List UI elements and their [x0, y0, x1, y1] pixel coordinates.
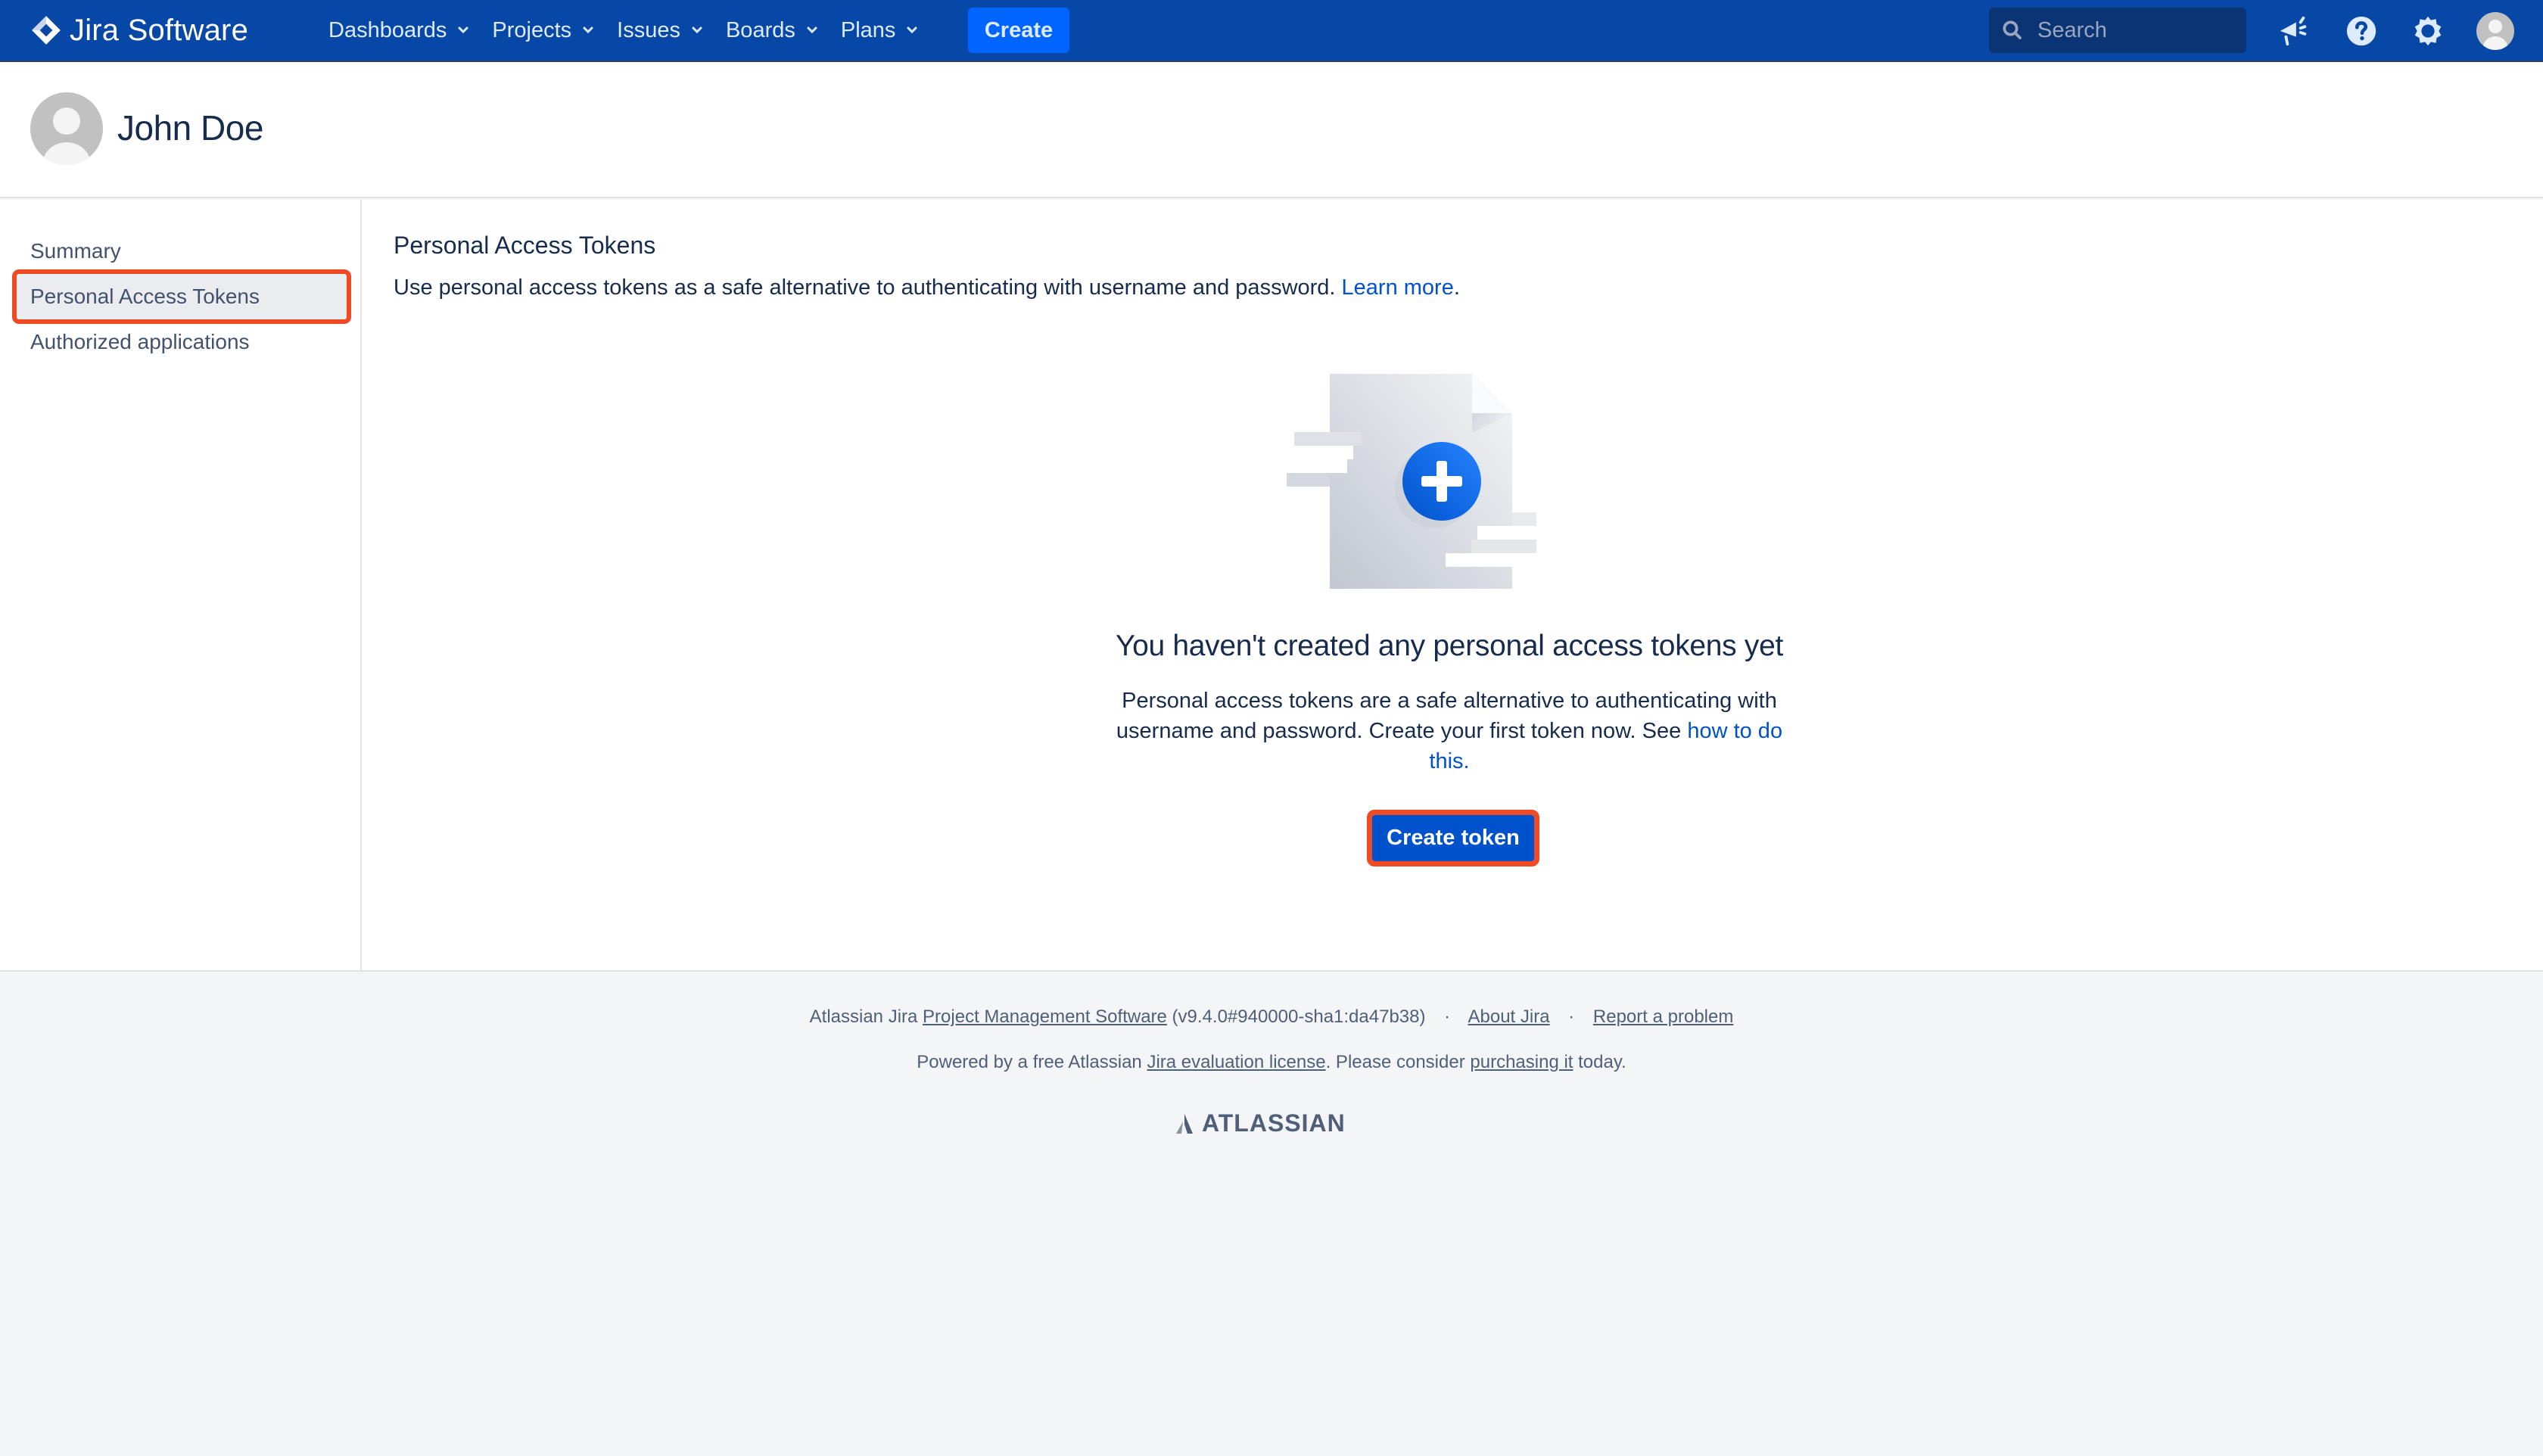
settings-button[interactable] [2410, 13, 2446, 49]
search-input[interactable] [2037, 17, 2234, 43]
search-icon [2003, 20, 2022, 39]
atlassian-wordmark: ATLASSIAN [1202, 1109, 1346, 1137]
license-prefix: Powered by a free Atlassian [917, 1052, 1142, 1072]
atlassian-mark-icon [1176, 1113, 1193, 1134]
search-box[interactable] [1989, 8, 2246, 53]
empty-state-body: Personal access tokens are a safe altern… [1071, 686, 1828, 776]
sidebar-item-authorized-applications[interactable]: Authorized applications [17, 319, 347, 365]
footer-prefix: Atlassian Jira [809, 1006, 918, 1027]
how-to-link-suffix: . [1463, 749, 1470, 773]
nav-issues[interactable]: Issues [617, 18, 703, 43]
sidebar-item-personal-access-tokens[interactable]: Personal Access Tokens [12, 269, 351, 324]
empty-state-text: Personal access tokens are a safe altern… [1116, 689, 1777, 743]
version-text: (v9.4.0#940000-sha1:da47b38) [1172, 1006, 1426, 1027]
profile-header: John Doe [0, 62, 2543, 198]
notifications-button[interactable] [2275, 13, 2311, 49]
profile-name: John Doe [117, 108, 263, 148]
chevron-down-icon [583, 26, 593, 34]
chevron-down-icon [458, 26, 468, 34]
main-nav: Dashboards Projects Issues Boards Plans [328, 0, 941, 61]
footer-line-version: Atlassian Jira Project Management Softwa… [0, 1006, 2543, 1028]
product-name: Jira Software [70, 13, 249, 47]
page-title: Personal Access Tokens [394, 232, 656, 259]
project-management-link[interactable]: Project Management Software [923, 1006, 1167, 1027]
nav-dashboards[interactable]: Dashboards [328, 18, 469, 43]
description-period: . [1453, 275, 1460, 300]
license-mid: . Please consider [1325, 1052, 1465, 1072]
evaluation-license-link[interactable]: Jira evaluation license [1147, 1052, 1325, 1072]
profile-avatar [30, 92, 103, 165]
license-suffix: today. [1578, 1052, 1626, 1072]
nav-label: Plans [840, 17, 896, 42]
nav-boards[interactable]: Boards [726, 18, 818, 43]
create-token-button[interactable]: Create token [1367, 810, 1539, 866]
nav-plans[interactable]: Plans [841, 18, 919, 43]
purchasing-link[interactable]: purchasing it [1470, 1052, 1573, 1072]
chevron-down-icon [692, 26, 702, 34]
jira-diamond-icon [32, 16, 61, 45]
separator: · [1568, 1006, 1575, 1027]
gear-icon [2414, 16, 2442, 46]
atlassian-logo[interactable]: ATLASSIAN [1173, 1109, 1346, 1137]
footer-line-license: Powered by a free Atlassian Jira evaluat… [0, 1052, 2543, 1073]
content-area: Summary Personal Access Tokens Authorize… [0, 200, 2543, 970]
help-button[interactable] [2343, 13, 2380, 49]
profile-sidebar: Summary Personal Access Tokens Authorize… [0, 200, 362, 970]
empty-state-title: You haven't created any personal access … [1115, 630, 1784, 662]
sidebar-item-summary[interactable]: Summary [17, 229, 347, 274]
about-jira-link[interactable]: About Jira [1468, 1006, 1550, 1027]
user-silhouette-icon [2483, 20, 2507, 50]
document-add-illustration [1287, 374, 1536, 589]
user-silhouette-icon [42, 107, 91, 165]
page-description: Use personal access tokens as a safe alt… [394, 275, 1460, 300]
nav-label: Dashboards [328, 17, 447, 42]
nav-label: Projects [492, 17, 572, 42]
learn-more-link[interactable]: Learn more [1342, 275, 1454, 300]
chevron-down-icon [807, 26, 817, 34]
nav-label: Boards [725, 17, 795, 42]
nav-projects[interactable]: Projects [492, 18, 594, 43]
megaphone-icon [2280, 16, 2307, 46]
nav-label: Issues [617, 17, 680, 42]
user-avatar[interactable] [2476, 12, 2514, 50]
create-button[interactable]: Create [968, 8, 1069, 53]
separator: · [1444, 1006, 1451, 1027]
main-panel: Personal Access Tokens Use personal acce… [363, 200, 2543, 970]
help-icon [2346, 16, 2376, 46]
chevron-down-icon [907, 26, 917, 34]
description-text: Use personal access tokens as a safe alt… [394, 275, 1336, 300]
jira-logo[interactable]: Jira Software [30, 12, 248, 48]
page-footer: Atlassian Jira Project Management Softwa… [0, 970, 2543, 1456]
report-problem-link[interactable]: Report a problem [1593, 1006, 1733, 1027]
top-navigation-bar: Jira Software Dashboards Projects Issues… [0, 0, 2543, 62]
